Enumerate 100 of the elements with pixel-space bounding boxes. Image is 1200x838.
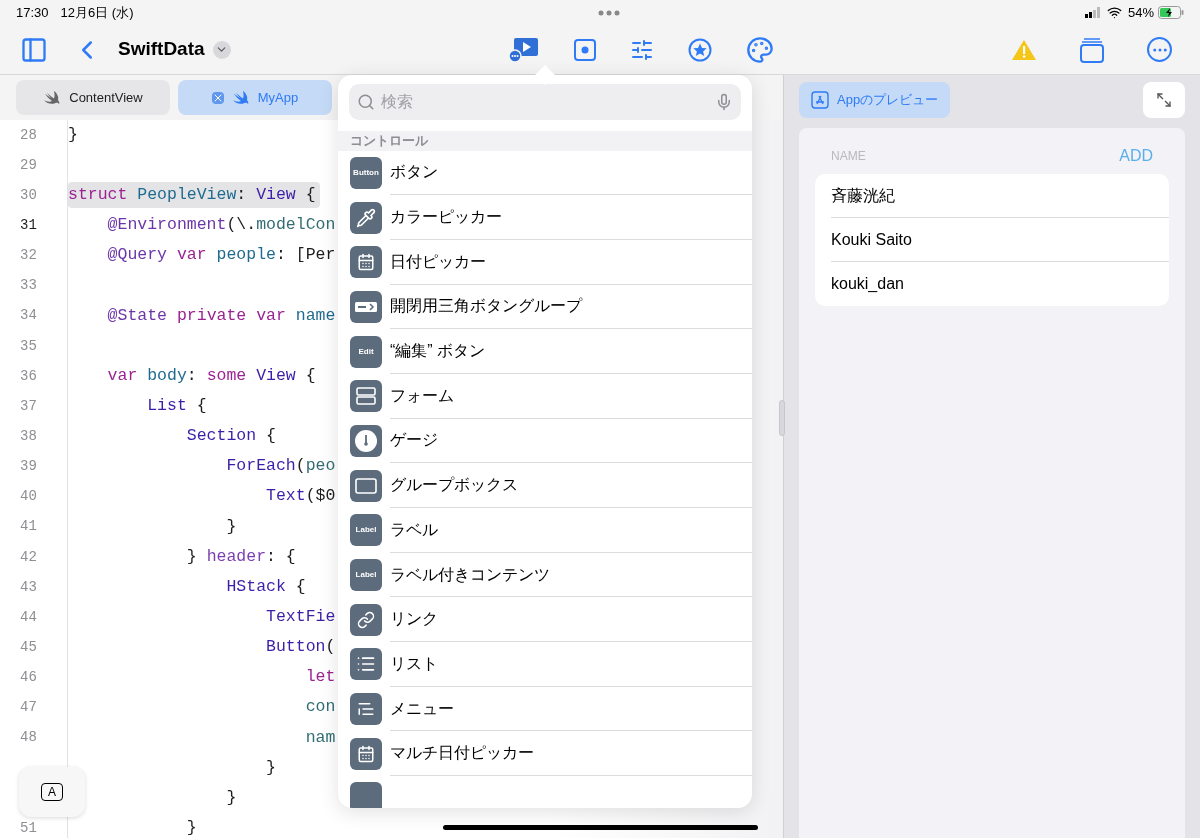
line-number: 40 bbox=[20, 487, 37, 507]
code-line: List { bbox=[146, 394, 208, 417]
library-icon[interactable] bbox=[573, 38, 596, 61]
sidebar-icon[interactable] bbox=[20, 35, 48, 64]
code-line: HStack { bbox=[225, 575, 307, 598]
library-item[interactable]: リスト bbox=[338, 642, 752, 687]
list-icon bbox=[350, 648, 382, 681]
list-row[interactable]: 斉藤洸紀 bbox=[831, 183, 895, 208]
form-icon bbox=[350, 380, 382, 413]
calendar-icon bbox=[350, 737, 382, 770]
library-item[interactable]: Button ボタン bbox=[338, 150, 752, 196]
code-line: nam bbox=[304, 726, 337, 749]
library-item[interactable]: メニュー bbox=[338, 686, 752, 732]
gauge-icon bbox=[350, 424, 382, 457]
line-number: 39 bbox=[20, 457, 37, 477]
control-icon: Label bbox=[350, 559, 382, 592]
code-line: Button( bbox=[265, 636, 337, 659]
line-number: 30 bbox=[20, 185, 37, 205]
project-title: SwiftData bbox=[118, 37, 205, 62]
library-item[interactable]: グループボックス bbox=[338, 463, 752, 508]
library-item[interactable]: Label ラベル bbox=[338, 508, 752, 553]
library-item[interactable]: Edit “編集” ボタン bbox=[338, 329, 752, 374]
section-header: コントロール bbox=[350, 132, 428, 150]
code-line: } bbox=[225, 515, 238, 538]
list-row[interactable]: Kouki Saito bbox=[831, 227, 912, 252]
code-line: } bbox=[68, 123, 79, 146]
line-number: 48 bbox=[20, 728, 37, 748]
more-icon[interactable] bbox=[1147, 37, 1172, 62]
line-number: 42 bbox=[20, 547, 37, 567]
code-line: ForEach(peo bbox=[225, 455, 337, 478]
close-icon[interactable] bbox=[211, 91, 224, 104]
code-line: TextFie bbox=[265, 605, 337, 628]
line-number: 37 bbox=[20, 396, 37, 416]
keyboard-button[interactable]: A bbox=[19, 767, 85, 817]
line-number: 43 bbox=[20, 577, 37, 597]
code-line: } header: { bbox=[185, 545, 297, 568]
line-number: 29 bbox=[20, 155, 37, 175]
line-number: 28 bbox=[20, 125, 37, 145]
library-item[interactable]: リンク bbox=[338, 597, 752, 643]
line-number: 46 bbox=[20, 668, 37, 688]
swift-icon bbox=[43, 89, 62, 106]
battery-percent: 54% bbox=[1127, 3, 1154, 22]
library-item[interactable]: カラーピッカー bbox=[338, 195, 752, 240]
palette-icon[interactable] bbox=[745, 35, 774, 64]
library-item[interactable]: 日付ピッカー bbox=[338, 239, 752, 285]
disclosure-icon bbox=[350, 290, 382, 323]
title-menu-icon[interactable] bbox=[212, 40, 231, 59]
code-line: let bbox=[304, 666, 337, 689]
code-line: @Environment(\.modelCon bbox=[106, 214, 337, 237]
line-number: 33 bbox=[20, 276, 37, 296]
line-number: 45 bbox=[20, 637, 37, 657]
line-number: 51 bbox=[20, 818, 37, 838]
line-number: 34 bbox=[20, 306, 37, 326]
eyedropper-icon bbox=[350, 201, 382, 234]
run-icon[interactable] bbox=[507, 36, 540, 63]
library-item[interactable]: フォーム bbox=[338, 373, 752, 419]
status-date: 12月6日 (水) bbox=[60, 3, 134, 22]
library-item[interactable]: 開閉用三角ボタングループ bbox=[338, 284, 752, 330]
battery-icon bbox=[1158, 6, 1184, 19]
file-tab[interactable]: ContentView bbox=[16, 80, 170, 115]
split-handle[interactable] bbox=[779, 400, 785, 436]
library-item[interactable]: ゲージ bbox=[338, 418, 752, 464]
expand-icon[interactable] bbox=[1143, 82, 1185, 118]
line-number: 41 bbox=[20, 517, 37, 537]
menu-icon bbox=[350, 693, 382, 726]
code-line: Section { bbox=[185, 425, 277, 448]
wifi-icon bbox=[1106, 5, 1122, 20]
microphone-icon[interactable] bbox=[715, 93, 733, 111]
search-field[interactable]: 検索 bbox=[349, 84, 741, 120]
status-time: 17:30 bbox=[16, 3, 49, 22]
multitasking-icon bbox=[598, 9, 621, 16]
list-row[interactable]: kouki_dan bbox=[831, 272, 904, 296]
line-number: 31 bbox=[20, 216, 37, 235]
code-line: } bbox=[225, 786, 238, 809]
library-item[interactable]: マルチ日付ピッカー bbox=[338, 731, 752, 777]
line-number: 44 bbox=[20, 607, 37, 627]
code-line: var body: some View { bbox=[106, 364, 317, 387]
windows-icon[interactable] bbox=[1079, 36, 1105, 63]
line-number: 47 bbox=[20, 698, 37, 718]
app-store-icon bbox=[811, 91, 829, 109]
line-number: 36 bbox=[20, 366, 37, 386]
line-number: 35 bbox=[20, 336, 37, 356]
code-line: } bbox=[265, 756, 277, 779]
code-line: Text($0 bbox=[265, 485, 337, 508]
sliders-icon[interactable] bbox=[629, 37, 654, 62]
line-number: 32 bbox=[20, 246, 37, 266]
signal-icon bbox=[1084, 7, 1101, 18]
link-icon bbox=[350, 603, 382, 636]
code-line: @State private var name bbox=[106, 304, 337, 327]
code-line: con bbox=[304, 696, 337, 719]
control-icon: Edit bbox=[350, 335, 382, 368]
code-line: } bbox=[185, 816, 198, 838]
control-icon: Button bbox=[350, 156, 382, 189]
line-number: 38 bbox=[20, 426, 37, 446]
library-item[interactable]: Label ラベル付きコンテンツ bbox=[338, 552, 752, 598]
section-header: NAME bbox=[831, 148, 866, 165]
control-icon: Label bbox=[350, 514, 382, 547]
box-icon bbox=[350, 469, 382, 502]
calendar-icon bbox=[350, 246, 382, 279]
control-icon bbox=[350, 782, 382, 808]
